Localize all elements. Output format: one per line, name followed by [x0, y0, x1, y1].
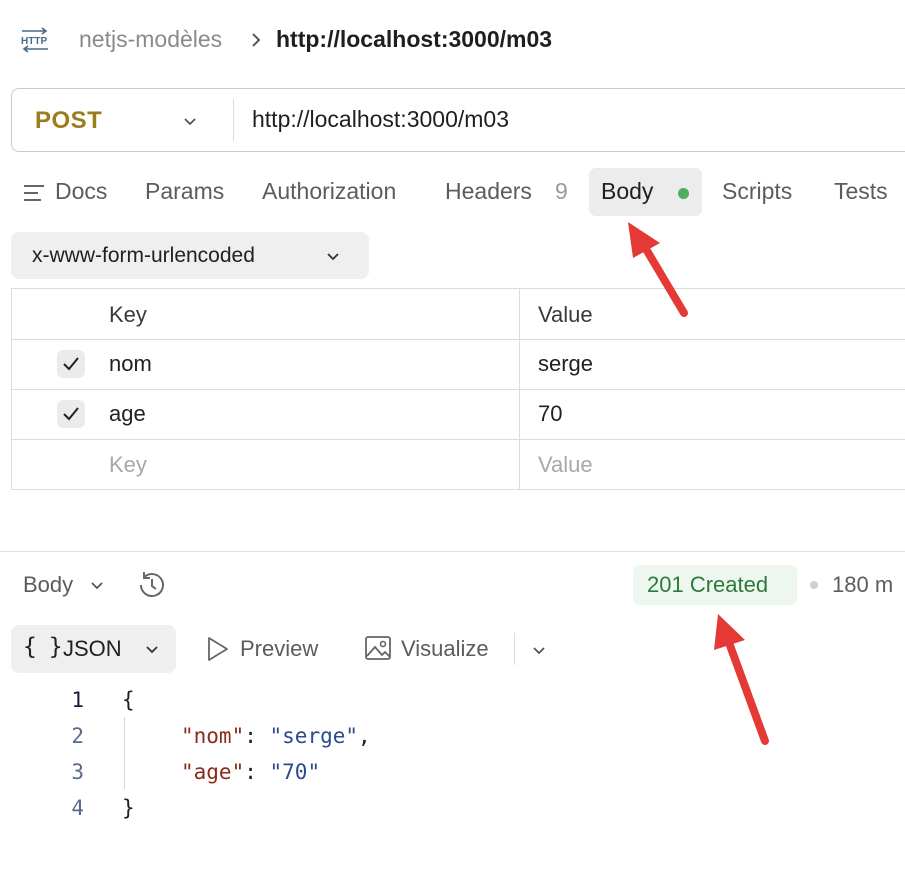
annotation-arrows	[628, 222, 769, 745]
annotation-arrow-status	[714, 614, 769, 745]
annotation-arrow-body	[628, 222, 688, 317]
